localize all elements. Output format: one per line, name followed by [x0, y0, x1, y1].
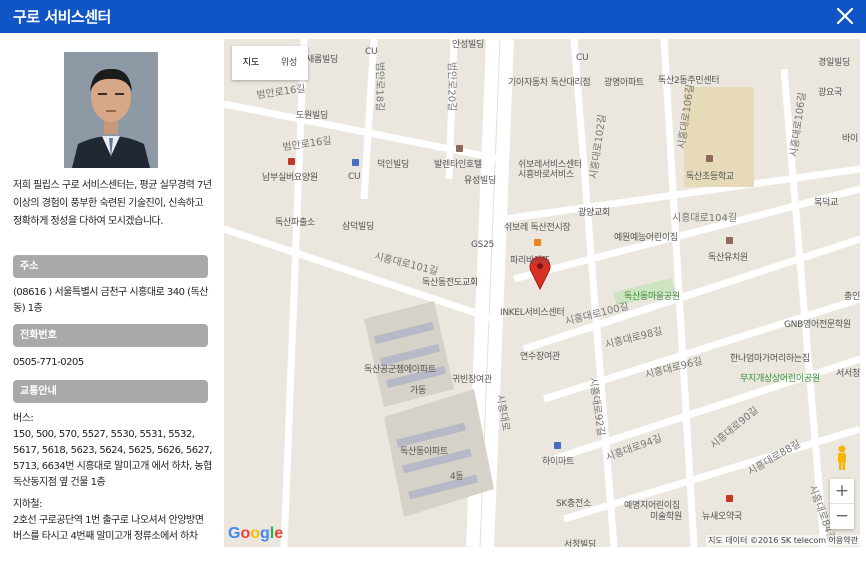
map-view[interactable]: 새롬빌딩 CU 안성빌딩 CU 기아자동차 독산대리점 광명아파트 독산2동주민…	[224, 39, 860, 547]
address-heading: 주소	[13, 255, 208, 278]
map-label: 가동	[410, 386, 426, 396]
street-view-pegman-icon[interactable]	[833, 445, 851, 471]
map-label: CU	[576, 53, 589, 63]
dialog-header: 구로 서비스센터	[0, 0, 866, 33]
poi-marker	[456, 145, 463, 152]
map-label: 하이마트	[542, 457, 574, 467]
map-label: 연수장여관	[520, 352, 560, 362]
map-label: 독산동마을공원	[624, 292, 680, 302]
map-label: 미술학원	[650, 512, 682, 522]
map-label: 삼덕빌딩	[342, 222, 374, 232]
map-label: 파리바게뜨	[510, 256, 550, 266]
map-label: 쉬보레 독산전시장	[504, 223, 571, 233]
map-label: 복덕교	[814, 198, 838, 208]
address-text: (08616 ) 서울특별시 금천구 시흥대로 340 (독산동) 1층	[13, 287, 208, 314]
map-label: SK충전소	[556, 499, 591, 509]
map-label: 충인	[844, 292, 860, 302]
map-label: 한나엄마가머리하는집	[730, 354, 810, 364]
map-label: 남부실버요양원	[262, 173, 318, 183]
map-label: CU	[348, 172, 361, 182]
map-attribution[interactable]: 지도 데이터 ©2016 SK telecom 이용약관	[706, 535, 860, 546]
map-label: 독산파출소	[275, 218, 315, 228]
map-type-map-button[interactable]: 지도	[232, 46, 270, 80]
map-label: 범안로20길	[445, 61, 457, 112]
map-label: 4동	[450, 472, 464, 482]
poi-marker	[534, 239, 541, 246]
phone-heading: 전화번호	[13, 324, 208, 347]
map-type-satellite-button[interactable]: 위성	[270, 46, 308, 80]
intro-text: 저희 필립스 구로 서비스센터는, 평균 실무경력 7년 이상의 경험이 풍부한…	[13, 180, 212, 227]
map-label: 도원빌딩	[296, 111, 328, 121]
map-label: GNB영어전문학원	[784, 320, 851, 330]
map-label: GS25	[471, 240, 494, 250]
poi-marker	[726, 495, 733, 502]
map-label: 광명아파트	[604, 78, 644, 88]
transit-heading: 교통안내	[13, 380, 208, 403]
poi-marker	[554, 442, 561, 449]
map-type-control: 지도 위성	[232, 46, 308, 80]
close-icon[interactable]	[834, 5, 856, 27]
map-label: 서서청	[836, 369, 860, 379]
map-label: 기아자동차 독산대리점	[508, 78, 591, 88]
map-label: 독산초등학교	[686, 172, 734, 182]
poi-marker	[726, 237, 733, 244]
map-label: 경일빌딩	[818, 58, 850, 68]
staff-photo	[64, 52, 158, 168]
poi-marker	[706, 155, 713, 162]
subway-label: 지하철:	[13, 499, 42, 510]
bus-label: 버스:	[13, 413, 34, 424]
poi-marker	[288, 158, 295, 165]
map-label: 유성빌딩	[464, 176, 496, 186]
bus-text: 150, 500, 570, 5527, 5530, 5531, 5532, 5…	[13, 429, 212, 488]
zoom-in-button[interactable]: +	[830, 479, 854, 504]
map-label: 귀빈장여관	[452, 375, 492, 385]
map-label: 덕인빌딩	[377, 160, 409, 170]
map-label: CU	[365, 47, 378, 57]
map-label: 독산유치원	[708, 253, 748, 263]
map-label: 시흥바로서비스	[518, 170, 574, 180]
info-panel: 저희 필립스 구로 서비스센터는, 평균 실무경력 7년 이상의 경험이 풍부한…	[0, 33, 222, 563]
map-label: 독산동전도교회	[422, 278, 478, 288]
map-label: 범안로18길	[373, 61, 385, 112]
map-label: 독산동아파트	[400, 447, 448, 457]
map-label: 새롬빌딩	[306, 55, 338, 65]
map-label: 안성빌딩	[452, 40, 484, 50]
subway-text: 2호선 구로공단역 1번 출구로 나오셔서 안양방면 버스를 타시고 4번째 말…	[13, 515, 204, 542]
map-label: 예원예능어린이집	[614, 233, 678, 243]
zoom-out-button[interactable]: −	[830, 504, 854, 529]
map-label: 뉴새오약국	[702, 512, 742, 522]
dialog-title: 구로 서비스센터	[13, 8, 111, 26]
map-label: INKEL서비스센터	[500, 308, 565, 318]
map-label: 독산공군쳄에아파트	[364, 365, 436, 375]
map-label: 무지개상상어린이공원	[740, 374, 820, 384]
phone-text: 0505-771-0205	[13, 357, 84, 368]
zoom-control: + −	[830, 479, 854, 529]
map-label: 서정빌딩	[564, 540, 596, 547]
poi-marker	[352, 159, 359, 166]
map-label: 시흥대로104길	[672, 213, 738, 224]
map-label: 바이	[842, 134, 858, 144]
map-label: 광요국	[818, 88, 842, 98]
map-label: 발렌타인호텔	[434, 160, 482, 170]
google-logo: Google	[228, 525, 284, 542]
map-label: 광양교회	[578, 208, 610, 218]
